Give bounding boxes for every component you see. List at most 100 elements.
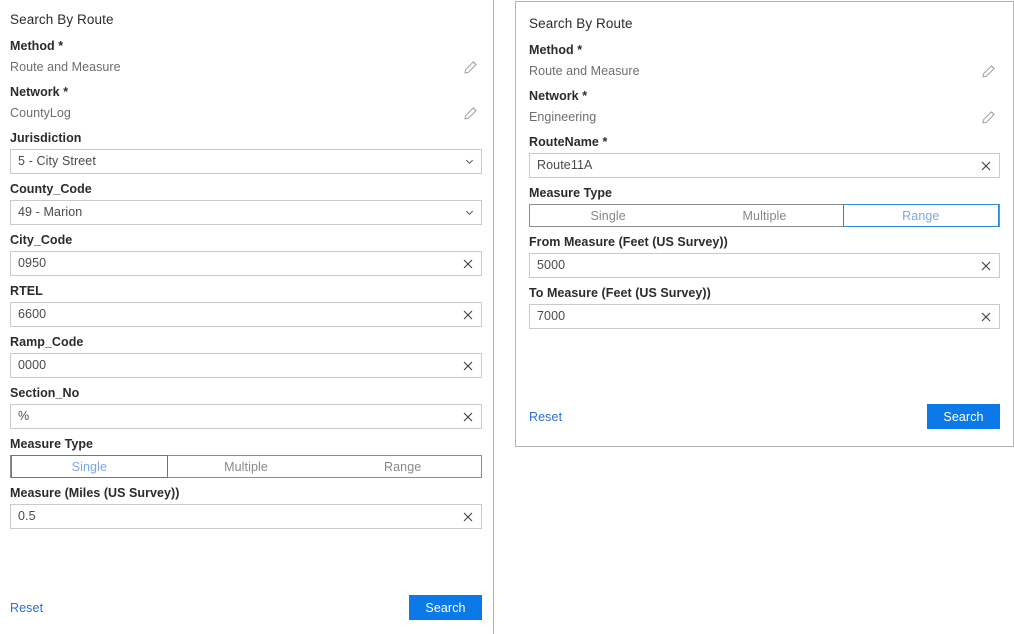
search-by-route-panel-right: Search By Route Method * Route and Measu… <box>515 1 1014 447</box>
label-measure-type-right: Measure Type <box>529 185 1000 201</box>
segment-single-left[interactable]: Single <box>11 455 168 478</box>
close-icon-to-measure[interactable] <box>973 305 999 328</box>
field-measure-type-left: Measure Type Single Multiple Range <box>10 436 482 478</box>
label-from-measure: From Measure (Feet (US Survey)) <box>529 234 1000 250</box>
panel-right-content: Search By Route Method * Route and Measu… <box>516 2 1013 446</box>
pencil-icon-method-right[interactable] <box>978 61 998 81</box>
search-button-left[interactable]: Search <box>409 595 482 620</box>
field-to-measure: To Measure (Feet (US Survey)) 7000 <box>529 285 1000 329</box>
label-route-name: RouteName * <box>529 134 1000 150</box>
segment-range-right[interactable]: Range <box>843 204 999 227</box>
county-code-select-value: 49 - Marion <box>11 201 457 224</box>
to-measure-input[interactable]: 7000 <box>529 304 1000 329</box>
city-code-input[interactable]: 0950 <box>10 251 482 276</box>
from-measure-input[interactable]: 5000 <box>529 253 1000 278</box>
method-value-row-right: Route and Measure <box>529 61 1000 81</box>
pencil-icon-network-left[interactable] <box>460 103 480 123</box>
close-icon-section-no[interactable] <box>455 405 481 428</box>
label-network-text-left: Network <box>10 85 60 99</box>
search-button-right[interactable]: Search <box>927 404 1000 429</box>
label-rtel: RTEL <box>10 283 482 299</box>
label-route-name-text: RouteName <box>529 135 599 149</box>
network-value-row-left: CountyLog <box>10 103 482 123</box>
reset-button-right[interactable]: Reset <box>529 410 562 424</box>
label-network-text-right: Network <box>529 89 579 103</box>
close-icon-route-name[interactable] <box>973 154 999 177</box>
chevron-down-icon-jurisdiction[interactable] <box>457 150 481 173</box>
chevron-down-icon-county-code[interactable] <box>457 201 481 224</box>
close-icon-from-measure[interactable] <box>973 254 999 277</box>
screen-root: Search By Route Method * Route and Measu… <box>0 0 1014 634</box>
label-jurisdiction: Jurisdiction <box>10 130 482 146</box>
field-measure-type-right: Measure Type Single Multiple Range <box>529 185 1000 227</box>
segment-single-right[interactable]: Single <box>530 204 686 227</box>
field-network-left: Network * CountyLog <box>10 84 482 123</box>
field-from-measure: From Measure (Feet (US Survey)) 5000 <box>529 234 1000 278</box>
method-value-right: Route and Measure <box>529 62 640 80</box>
panel-footer-left: Reset Search <box>10 595 482 620</box>
label-method-text-right: Method <box>529 43 574 57</box>
required-marker-route-name: * <box>602 135 607 149</box>
required-marker-method-right: * <box>577 43 582 57</box>
panel-footer-right: Reset Search <box>529 404 1000 429</box>
field-section-no: Section_No % <box>10 385 482 429</box>
section-no-input[interactable]: % <box>10 404 482 429</box>
field-method-right: Method * Route and Measure <box>529 42 1000 81</box>
label-method-text-left: Method <box>10 39 55 53</box>
measure-input[interactable]: 0.5 <box>10 504 482 529</box>
label-measure-type-left: Measure Type <box>10 436 482 452</box>
section-no-input-value: % <box>11 405 455 428</box>
segment-multiple-left[interactable]: Multiple <box>168 455 325 478</box>
measure-input-value: 0.5 <box>11 505 455 528</box>
city-code-input-value: 0950 <box>11 252 455 275</box>
panel-title-left: Search By Route <box>10 0 482 31</box>
segment-multiple-right[interactable]: Multiple <box>686 204 842 227</box>
ramp-code-input[interactable]: 0000 <box>10 353 482 378</box>
pencil-icon-network-right[interactable] <box>978 107 998 127</box>
rtel-input[interactable]: 6600 <box>10 302 482 327</box>
label-city-code: City_Code <box>10 232 482 248</box>
search-by-route-panel-left: Search By Route Method * Route and Measu… <box>0 0 494 634</box>
field-county-code: County_Code 49 - Marion <box>10 181 482 225</box>
label-method-left: Method * <box>10 38 482 54</box>
label-ramp-code: Ramp_Code <box>10 334 482 350</box>
field-ramp-code: Ramp_Code 0000 <box>10 334 482 378</box>
label-network-right: Network * <box>529 88 1000 104</box>
field-method-left: Method * Route and Measure <box>10 38 482 77</box>
route-name-input[interactable]: Route11A <box>529 153 1000 178</box>
network-value-right: Engineering <box>529 108 596 126</box>
label-measure: Measure (Miles (US Survey)) <box>10 485 482 501</box>
field-city-code: City_Code 0950 <box>10 232 482 276</box>
network-value-row-right: Engineering <box>529 107 1000 127</box>
label-county-code: County_Code <box>10 181 482 197</box>
field-rtel: RTEL 6600 <box>10 283 482 327</box>
jurisdiction-select[interactable]: 5 - City Street <box>10 149 482 174</box>
close-icon-city-code[interactable] <box>455 252 481 275</box>
close-icon-measure[interactable] <box>455 505 481 528</box>
panel-left-content: Search By Route Method * Route and Measu… <box>0 0 493 634</box>
field-network-right: Network * Engineering <box>529 88 1000 127</box>
label-method-right: Method * <box>529 42 1000 58</box>
required-marker-network-left: * <box>63 85 68 99</box>
required-marker-method-left: * <box>58 39 63 53</box>
network-value-left: CountyLog <box>10 104 71 122</box>
reset-button-left[interactable]: Reset <box>10 601 43 615</box>
method-value-row-left: Route and Measure <box>10 57 482 77</box>
close-icon-ramp-code[interactable] <box>455 354 481 377</box>
jurisdiction-select-value: 5 - City Street <box>11 150 457 173</box>
close-icon-rtel[interactable] <box>455 303 481 326</box>
required-marker-network-right: * <box>582 89 587 103</box>
field-jurisdiction: Jurisdiction 5 - City Street <box>10 130 482 174</box>
label-to-measure: To Measure (Feet (US Survey)) <box>529 285 1000 301</box>
label-section-no: Section_No <box>10 385 482 401</box>
to-measure-input-value: 7000 <box>530 305 973 328</box>
segment-range-left[interactable]: Range <box>324 455 481 478</box>
panel-title-right: Search By Route <box>529 2 1000 35</box>
county-code-select[interactable]: 49 - Marion <box>10 200 482 225</box>
measure-type-segmented-right: Single Multiple Range <box>529 204 1000 227</box>
rtel-input-value: 6600 <box>11 303 455 326</box>
pencil-icon-method-left[interactable] <box>460 57 480 77</box>
method-value-left: Route and Measure <box>10 58 121 76</box>
ramp-code-input-value: 0000 <box>11 354 455 377</box>
from-measure-input-value: 5000 <box>530 254 973 277</box>
